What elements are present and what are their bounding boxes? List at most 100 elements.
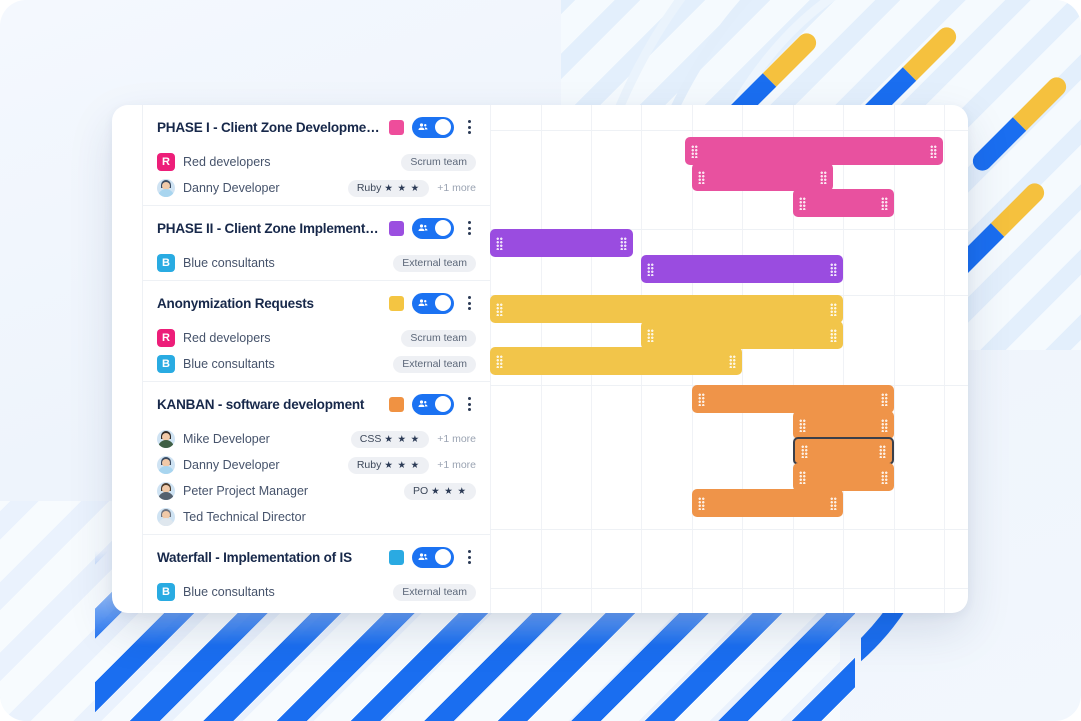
- bar-resize-handle-left[interactable]: [691, 144, 698, 158]
- kebab-menu-icon[interactable]: [462, 550, 476, 564]
- group-header[interactable]: PHASE I - Client Zone Development ...: [143, 105, 490, 149]
- bar-resize-handle-right[interactable]: [820, 170, 827, 184]
- skill-name: Ruby: [356, 182, 382, 194]
- skill-badge[interactable]: Ruby ★ ★ ★: [347, 179, 430, 197]
- kebab-menu-icon[interactable]: [462, 221, 476, 235]
- avatar: [157, 179, 175, 197]
- more-skills-label[interactable]: +1 more: [437, 459, 476, 471]
- group-color-swatch[interactable]: [389, 220, 404, 236]
- list-item[interactable]: Peter Project Manager PO ★ ★ ★: [143, 478, 490, 504]
- bar-resize-handle-left[interactable]: [496, 354, 503, 368]
- bar-resize-handle-right[interactable]: [879, 444, 886, 458]
- bar-resize-handle-left[interactable]: [496, 236, 503, 250]
- resource-list-column: PHASE I - Client Zone Development ... R …: [142, 105, 490, 613]
- skill-badge[interactable]: CSS ★ ★ ★: [350, 430, 430, 448]
- team-visibility-toggle[interactable]: [412, 116, 454, 138]
- skill-stars: ★ ★ ★: [384, 459, 421, 471]
- bar-resize-handle-right[interactable]: [881, 196, 888, 210]
- member-name: Blue consultants: [183, 585, 275, 599]
- group-phase-1: PHASE I - Client Zone Development ... R …: [143, 105, 490, 206]
- gantt-bar[interactable]: [793, 411, 894, 439]
- more-skills-label[interactable]: +1 more: [437, 182, 476, 194]
- group-color-swatch[interactable]: [389, 549, 404, 565]
- bar-resize-handle-right[interactable]: [830, 262, 837, 276]
- gantt-bar[interactable]: [490, 229, 633, 257]
- bar-resize-handle-left[interactable]: [799, 196, 806, 210]
- group-waterfall: Waterfall - Implementation of IS B Blue …: [143, 535, 490, 605]
- kebab-menu-icon[interactable]: [462, 296, 476, 310]
- list-item[interactable]: B Blue consultants External team: [143, 579, 490, 605]
- toggle-knob: [435, 220, 451, 236]
- bar-resize-handle-right[interactable]: [830, 496, 837, 510]
- bar-resize-handle-right[interactable]: [881, 470, 888, 484]
- list-item[interactable]: R Red developers Scrum team: [143, 149, 490, 175]
- group-header[interactable]: PHASE II - Client Zone Implementati...: [143, 206, 490, 250]
- gantt-bar[interactable]: [793, 189, 894, 217]
- skill-name: CSS: [359, 433, 382, 445]
- more-skills-label[interactable]: +1 more: [437, 433, 476, 445]
- group-header[interactable]: Waterfall - Implementation of IS: [143, 535, 490, 579]
- bar-resize-handle-left[interactable]: [496, 302, 503, 316]
- group-kanban: KANBAN - software development Mike Devel…: [143, 382, 490, 535]
- group-title: Anonymization Requests: [157, 295, 314, 311]
- kebab-menu-icon[interactable]: [462, 120, 476, 134]
- gantt-bar[interactable]: [490, 347, 742, 375]
- bar-resize-handle-left[interactable]: [647, 262, 654, 276]
- team-badge: External team: [393, 355, 476, 373]
- bar-resize-handle-right[interactable]: [930, 144, 937, 158]
- avatar: [157, 508, 175, 526]
- bar-resize-handle-left[interactable]: [647, 328, 654, 342]
- team-visibility-toggle[interactable]: [412, 217, 454, 239]
- gantt-bar[interactable]: [685, 137, 943, 165]
- list-item[interactable]: R Red developers Scrum team: [143, 325, 490, 351]
- group-color-swatch[interactable]: [389, 295, 404, 311]
- list-item[interactable]: Ted Technical Director: [143, 504, 490, 530]
- bar-resize-handle-left[interactable]: [698, 392, 705, 406]
- grid-line-vertical: [894, 105, 895, 613]
- skill-stars: ★ ★ ★: [431, 485, 467, 497]
- bar-resize-handle-left[interactable]: [698, 170, 705, 184]
- people-icon: [418, 400, 428, 407]
- bar-resize-handle-right[interactable]: [881, 418, 888, 432]
- group-title: KANBAN - software development: [157, 396, 365, 412]
- bar-resize-handle-right[interactable]: [881, 392, 888, 406]
- member-name: Red developers: [183, 155, 271, 169]
- list-item[interactable]: Danny Developer Ruby ★ ★ ★ +1 more: [143, 452, 490, 478]
- gantt-timeline[interactable]: [490, 105, 968, 613]
- list-item[interactable]: Danny Developer Ruby ★ ★ ★ +1 more: [143, 175, 490, 201]
- group-color-swatch[interactable]: [389, 119, 404, 135]
- team-visibility-toggle[interactable]: [412, 546, 454, 568]
- bar-resize-handle-left[interactable]: [698, 496, 705, 510]
- bar-resize-handle-left[interactable]: [799, 470, 806, 484]
- kebab-menu-icon[interactable]: [462, 397, 476, 411]
- team-badge: External team: [393, 254, 476, 272]
- gantt-bar[interactable]: [692, 385, 894, 413]
- gantt-bar[interactable]: [641, 255, 843, 283]
- gantt-bar[interactable]: [793, 437, 894, 465]
- gantt-bar[interactable]: [793, 463, 894, 491]
- bar-resize-handle-right[interactable]: [729, 354, 736, 368]
- gantt-bar[interactable]: [692, 163, 833, 191]
- gantt-bar[interactable]: [641, 321, 843, 349]
- skill-badge[interactable]: PO ★ ★ ★: [403, 482, 476, 500]
- bar-resize-handle-right[interactable]: [830, 302, 837, 316]
- bar-resize-handle-right[interactable]: [830, 328, 837, 342]
- group-color-swatch[interactable]: [389, 396, 404, 412]
- gantt-bar[interactable]: [490, 295, 843, 323]
- people-icon: [418, 299, 428, 306]
- group-header[interactable]: KANBAN - software development: [143, 382, 490, 426]
- bar-resize-handle-left[interactable]: [801, 444, 808, 458]
- skill-name: PO: [412, 485, 429, 497]
- list-item[interactable]: Mike Developer CSS ★ ★ ★ +1 more: [143, 426, 490, 452]
- list-item[interactable]: B Blue consultants External team: [143, 250, 490, 276]
- team-visibility-toggle[interactable]: [412, 292, 454, 314]
- list-item[interactable]: B Blue consultants External team: [143, 351, 490, 377]
- group-header[interactable]: Anonymization Requests: [143, 281, 490, 325]
- member-name: Danny Developer: [183, 458, 280, 472]
- skill-badge[interactable]: Ruby ★ ★ ★: [347, 456, 430, 474]
- team-visibility-toggle[interactable]: [412, 393, 454, 415]
- gantt-bar[interactable]: [692, 489, 843, 517]
- bar-resize-handle-left[interactable]: [799, 418, 806, 432]
- bar-resize-handle-right[interactable]: [620, 236, 627, 250]
- group-title: PHASE II - Client Zone Implementati...: [157, 220, 381, 236]
